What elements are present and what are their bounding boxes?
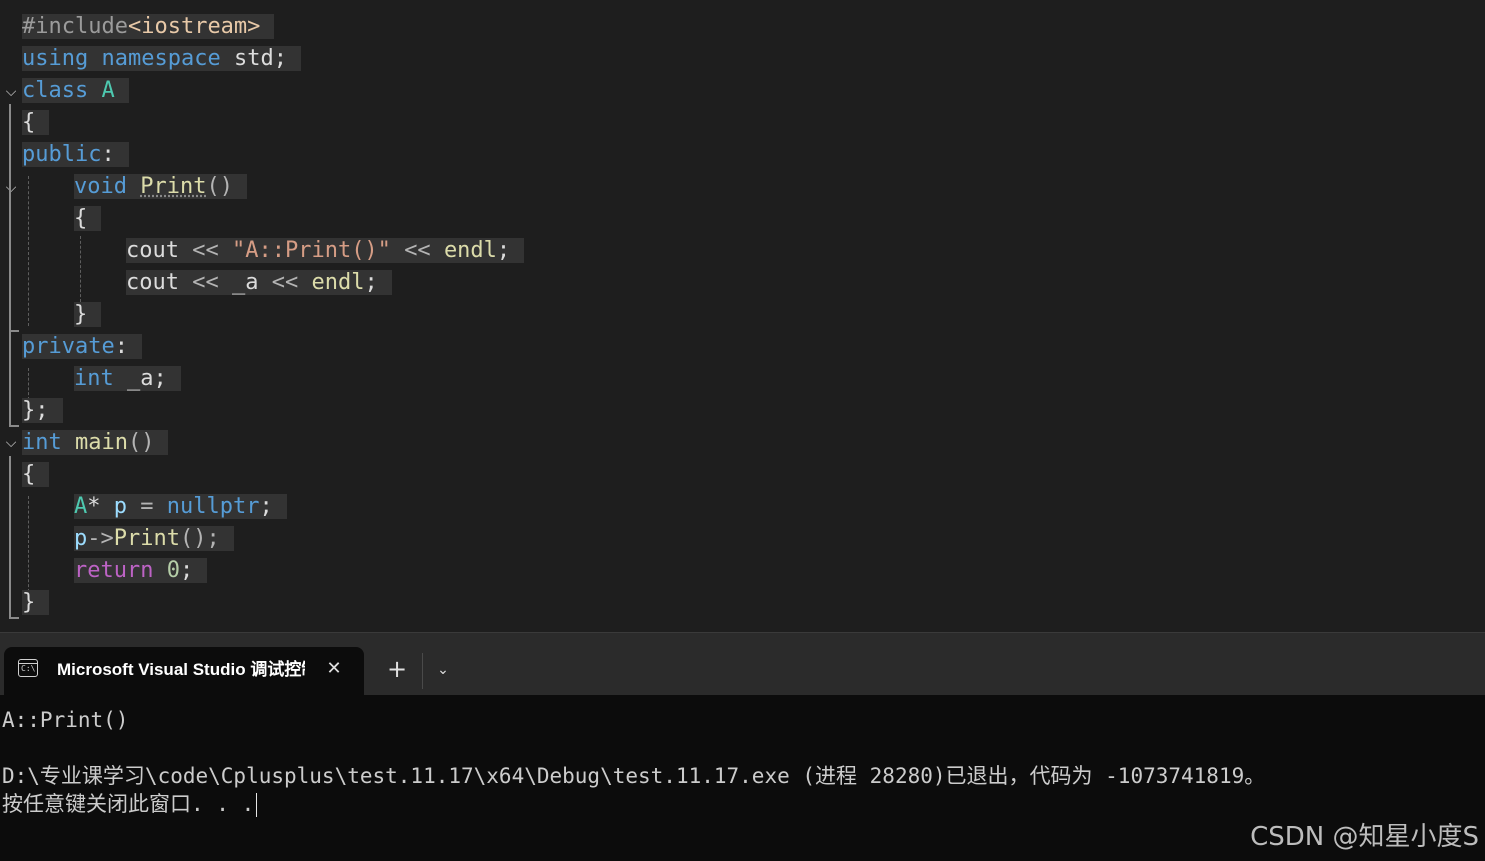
code-line-18[interactable]: return 0; <box>74 555 208 587</box>
token: endl <box>311 270 365 295</box>
token: A <box>101 78 115 103</box>
token: private <box>22 334 115 359</box>
token: << <box>271 270 299 295</box>
token: cout <box>126 238 179 263</box>
token: : <box>101 142 115 167</box>
code-line-17[interactable]: p->Print(); <box>74 523 234 555</box>
token: { <box>22 462 36 487</box>
divider <box>422 653 423 689</box>
fold-guide <box>9 456 11 618</box>
token: void <box>74 174 127 199</box>
token: } <box>74 302 88 327</box>
token: endl <box>443 238 497 263</box>
chevron-down-icon[interactable]: ⌄ <box>432 657 454 683</box>
token: ; <box>179 558 194 583</box>
token: _a <box>231 270 259 295</box>
code-line-16[interactable]: A* p = nullptr; <box>74 491 287 523</box>
fold-guide-end <box>9 330 19 332</box>
token: << <box>404 238 431 263</box>
token: * <box>87 494 101 519</box>
code-line-9[interactable]: cout << _a << endl; <box>126 267 392 299</box>
token: ; <box>364 270 378 295</box>
token: std <box>233 46 274 71</box>
code-line-2[interactable]: using namespace std; <box>22 43 301 75</box>
fold-guide-end <box>9 617 19 619</box>
token: int <box>22 430 62 455</box>
console-output-line: 按任意键关闭此窗口. . . <box>2 790 258 818</box>
token: class <box>22 78 89 103</box>
token: cout <box>126 270 179 295</box>
token: Print <box>113 526 180 551</box>
token: ; <box>496 238 511 263</box>
token: << <box>192 238 219 263</box>
token: p <box>113 494 127 519</box>
token: nullptr <box>166 494 260 519</box>
code-line-14[interactable]: int main() <box>22 427 169 459</box>
console-output-line: A::Print() <box>2 708 129 732</box>
code-line-15[interactable]: { <box>22 459 50 491</box>
token: ; <box>153 366 167 391</box>
token: using <box>22 46 89 71</box>
terminal-tab-bar: C:\ Microsoft Visual Studio 调试控制台 ✕ + ⌄ <box>0 632 1485 695</box>
token: () <box>206 174 233 199</box>
token: <iostream> <box>127 14 261 39</box>
close-icon[interactable]: ✕ <box>322 657 346 681</box>
token: namespace <box>101 46 221 71</box>
token: "A::Print()" <box>231 238 391 263</box>
console-output-line: D:\专业课学习\code\Cplusplus\test.11.17\x64\D… <box>2 764 1266 788</box>
token: -> <box>87 526 114 551</box>
code-line-7[interactable]: { <box>74 203 102 235</box>
token: (); <box>179 526 220 551</box>
fold-guide <box>9 200 11 330</box>
token: int <box>74 366 114 391</box>
text-cursor <box>256 793 258 817</box>
token: main <box>75 430 128 455</box>
token: () <box>127 430 155 455</box>
new-tab-button[interactable]: + <box>383 656 411 684</box>
code-line-3[interactable]: class A <box>22 75 129 107</box>
code-line-12[interactable]: int _a; <box>74 363 181 395</box>
tab-title: Microsoft Visual Studio 调试控制台 <box>57 660 305 679</box>
token: : <box>114 334 128 359</box>
code-line-5[interactable]: public: <box>22 139 129 171</box>
token: { <box>22 110 36 135</box>
code-line-8[interactable]: cout << "A::Print()" << endl; <box>126 235 525 267</box>
token: #include <box>22 14 128 39</box>
token: public <box>22 142 102 167</box>
token: }; <box>22 398 49 423</box>
tab-debug-console[interactable]: C:\ Microsoft Visual Studio 调试控制台 ✕ <box>4 647 364 695</box>
token: ; <box>273 46 287 71</box>
code-line-10[interactable]: } <box>74 299 102 331</box>
token: ; <box>259 494 273 519</box>
fold-chevron-down-icon[interactable]: ⌵ <box>2 434 20 452</box>
indent-guide <box>28 176 29 326</box>
token: p <box>74 526 88 551</box>
indent-guide <box>28 496 29 592</box>
token: _a <box>127 366 154 391</box>
watermark: CSDN @知星小度S <box>1250 822 1479 852</box>
token: A <box>74 494 88 519</box>
code-line-13[interactable]: }; <box>22 395 63 427</box>
code-line-1[interactable]: #include<iostream> <box>22 11 275 43</box>
indent-guide <box>80 236 81 302</box>
code-editor[interactable]: ⌵ ⌵ ⌵ #include<iostream> using namespace… <box>0 0 1485 632</box>
debug-console-window[interactable]: C:\ Microsoft Visual Studio 调试控制台 ✕ + ⌄ … <box>0 632 1485 861</box>
press-any-key-text: 按任意键关闭此窗口. . . <box>2 792 255 816</box>
fold-guide-end <box>9 425 19 427</box>
code-line-4[interactable]: { <box>22 107 50 139</box>
token: { <box>74 206 88 231</box>
fold-chevron-down-icon[interactable]: ⌵ <box>2 179 20 197</box>
console-icon: C:\ <box>18 659 38 677</box>
code-line-11[interactable]: private: <box>22 331 142 363</box>
token: 0 <box>166 558 180 583</box>
token: Print <box>140 174 207 199</box>
code-line-19[interactable]: } <box>22 587 50 619</box>
token: = <box>140 494 154 519</box>
code-line-6[interactable]: void Print() <box>74 171 247 203</box>
token: return <box>74 558 154 583</box>
token: } <box>22 590 36 615</box>
token: << <box>192 270 219 295</box>
fold-chevron-down-icon[interactable]: ⌵ <box>2 83 20 101</box>
